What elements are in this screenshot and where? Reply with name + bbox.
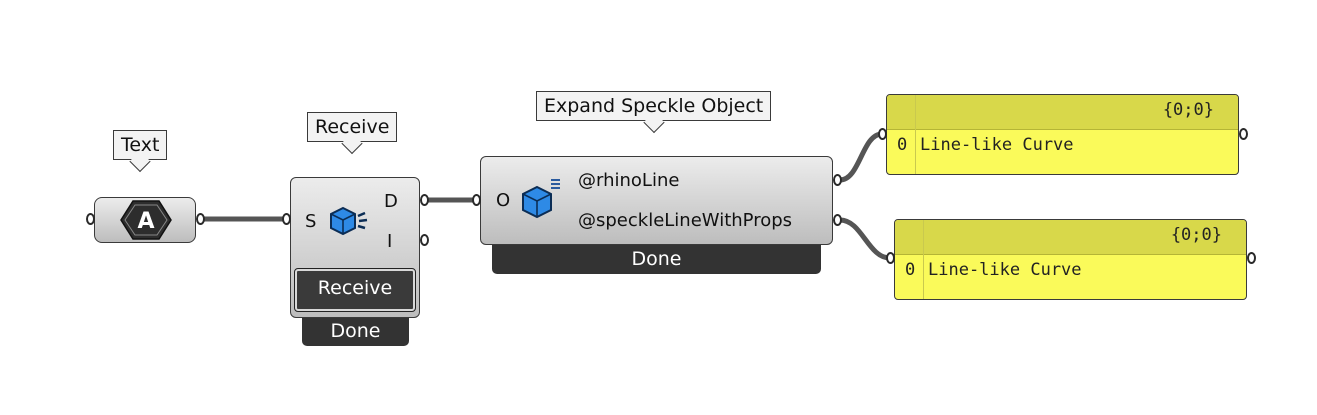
panel-1-value: Line-like Curve <box>920 135 1074 155</box>
expand-output-label-rhinoline: @rhinoLine <box>578 170 680 191</box>
receive-output-port-d[interactable] <box>420 194 429 206</box>
panel-2-input-port[interactable] <box>886 252 895 264</box>
text-param-icon-letter: A <box>137 209 154 234</box>
panel-2-output-port[interactable] <box>1247 252 1256 264</box>
wire-expand-to-panel-2 <box>839 217 891 261</box>
receive-input-port-s[interactable] <box>282 213 291 225</box>
panel-2-divider <box>923 220 924 299</box>
receive-component[interactable]: S D I Receive <box>290 177 420 318</box>
receive-callout: Receive <box>307 112 398 155</box>
panel-1-path: {0;0} <box>1162 100 1214 120</box>
text-callout: Text <box>113 130 168 173</box>
expand-output-port-rhinoline[interactable] <box>833 174 842 186</box>
receive-output-label-i: I <box>387 231 393 252</box>
expand-output-port-specklelinewithprops[interactable] <box>833 214 842 226</box>
panel-1[interactable]: {0;0} 0 Line-like Curve <box>886 94 1239 175</box>
text-param-component[interactable]: A <box>94 197 196 243</box>
panel-2[interactable]: {0;0} 0 Line-like Curve <box>894 219 1247 300</box>
panel-2-path: {0;0} <box>1170 225 1222 245</box>
panel-2-index: 0 <box>905 260 916 280</box>
receive-input-label: S <box>305 211 317 232</box>
text-param-icon: A <box>120 200 172 240</box>
receive-output-port-i[interactable] <box>420 234 429 246</box>
expand-speckle-object-component[interactable]: O @rhinoLine @speckleLineWithProps <box>480 156 833 245</box>
panel-1-output-port[interactable] <box>1239 128 1248 140</box>
wire-expand-to-panel-1 <box>839 131 883 183</box>
panel-2-value: Line-like Curve <box>928 260 1082 280</box>
panel-1-input-port[interactable] <box>878 128 887 140</box>
text-input-port[interactable] <box>86 213 95 225</box>
expand-output-label-specklelinewithprops: @speckleLineWithProps <box>578 210 793 231</box>
expand-input-port-o[interactable] <box>472 194 481 206</box>
expand-status: Done <box>492 240 821 274</box>
speckle-receive-icon <box>330 206 368 236</box>
speckle-expand-icon <box>522 179 560 219</box>
expand-input-label: O <box>496 190 511 211</box>
receive-button[interactable]: Receive <box>294 268 416 312</box>
panel-1-divider <box>915 95 916 174</box>
expand-callout: Expand Speckle Object <box>536 91 772 134</box>
receive-output-label-d: D <box>384 191 398 212</box>
panel-1-index: 0 <box>897 135 908 155</box>
text-output-port[interactable] <box>196 213 205 225</box>
